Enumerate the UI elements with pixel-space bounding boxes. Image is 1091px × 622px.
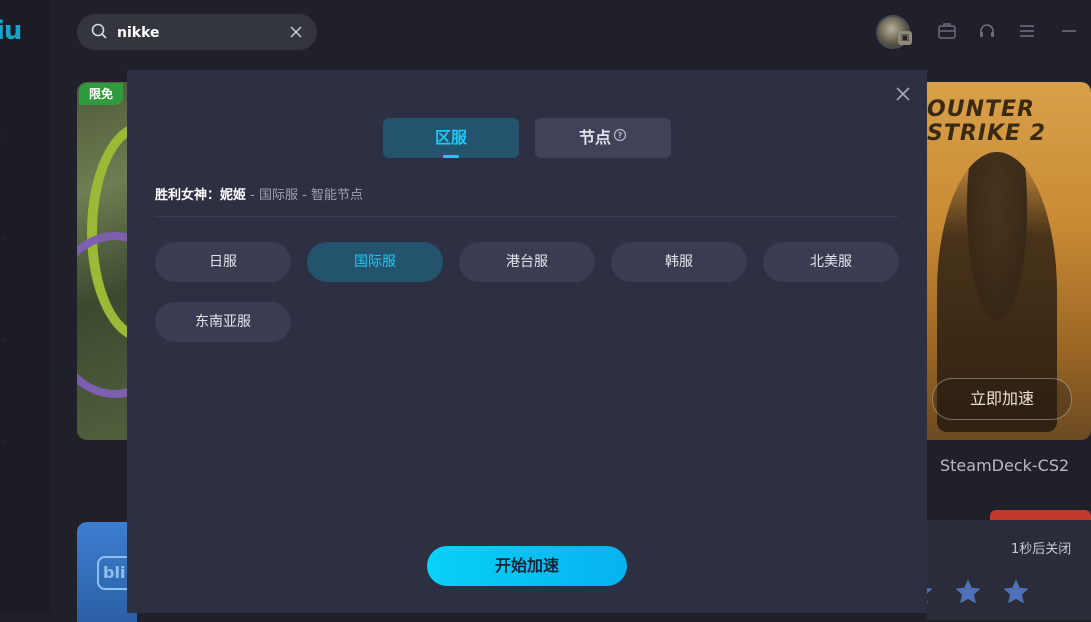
minimize-icon[interactable] bbox=[1058, 20, 1080, 46]
sidebar: iu ◦ ◦ ◦ ◦ bbox=[0, 0, 50, 613]
sidebar-item-2[interactable]: ◦ bbox=[0, 232, 7, 245]
clear-search-icon[interactable] bbox=[289, 24, 303, 43]
game-name: 胜利女神：妮姬 bbox=[155, 188, 247, 203]
cs2-banner-text: OUNTER STRIKE 2 bbox=[927, 97, 1047, 146]
region-option[interactable]: 韩服 bbox=[611, 242, 747, 282]
sidebar-item-1[interactable]: ◦ bbox=[0, 130, 7, 143]
separator: - bbox=[246, 188, 259, 203]
divider bbox=[155, 216, 899, 217]
boost-now-button[interactable]: 立即加速 bbox=[932, 378, 1072, 420]
tab-region[interactable]: 区服 bbox=[383, 118, 519, 158]
app-logo: iu bbox=[0, 16, 22, 46]
region-option-selected[interactable]: 国际服 bbox=[307, 242, 443, 282]
sidebar-item-3[interactable]: ◦ bbox=[0, 334, 7, 347]
svg-text:?: ? bbox=[618, 131, 623, 140]
member-badge-icon: ▣ bbox=[898, 31, 912, 45]
headset-icon[interactable] bbox=[976, 20, 998, 46]
search-bar bbox=[77, 14, 317, 50]
briefcase-icon[interactable] bbox=[936, 20, 958, 46]
server-select-modal: 区服 节点? 胜利女神：妮姬 - 国际服 - 智能节点 日服 国际服 港台服 韩… bbox=[127, 70, 927, 613]
menu-icon[interactable] bbox=[1016, 20, 1038, 46]
star-icon[interactable] bbox=[1001, 577, 1031, 611]
region-option[interactable]: 港台服 bbox=[459, 242, 595, 282]
selection-summary: 胜利女神：妮姬 - 国际服 - 智能节点 bbox=[155, 186, 363, 206]
tab-region-label: 区服 bbox=[434, 128, 467, 147]
star-icon[interactable] bbox=[953, 577, 983, 611]
tab-node-label: 节点 bbox=[578, 128, 611, 147]
search-icon bbox=[91, 23, 107, 43]
separator: - bbox=[298, 188, 311, 203]
selected-node-text: 智能节点 bbox=[310, 188, 363, 203]
auto-close-timer: 1秒后关闭 bbox=[1011, 542, 1072, 557]
help-icon[interactable]: ? bbox=[613, 117, 627, 157]
region-option[interactable]: 日服 bbox=[155, 242, 291, 282]
region-option[interactable]: 北美服 bbox=[763, 242, 899, 282]
search-input[interactable] bbox=[115, 21, 279, 45]
selected-region-text: 国际服 bbox=[258, 188, 298, 203]
tab-node[interactable]: 节点? bbox=[535, 118, 671, 158]
active-tab-indicator bbox=[443, 155, 459, 158]
close-icon[interactable] bbox=[895, 86, 911, 102]
free-badge: 限免 bbox=[79, 83, 123, 105]
notification-strip bbox=[990, 510, 1091, 520]
sidebar-item-4[interactable]: ◦ bbox=[0, 436, 7, 449]
game-card-title: SteamDeck-CS2 bbox=[940, 456, 1070, 475]
start-boost-button[interactable]: 开始加速 bbox=[427, 546, 627, 586]
region-option[interactable]: 东南亚服 bbox=[155, 302, 291, 342]
